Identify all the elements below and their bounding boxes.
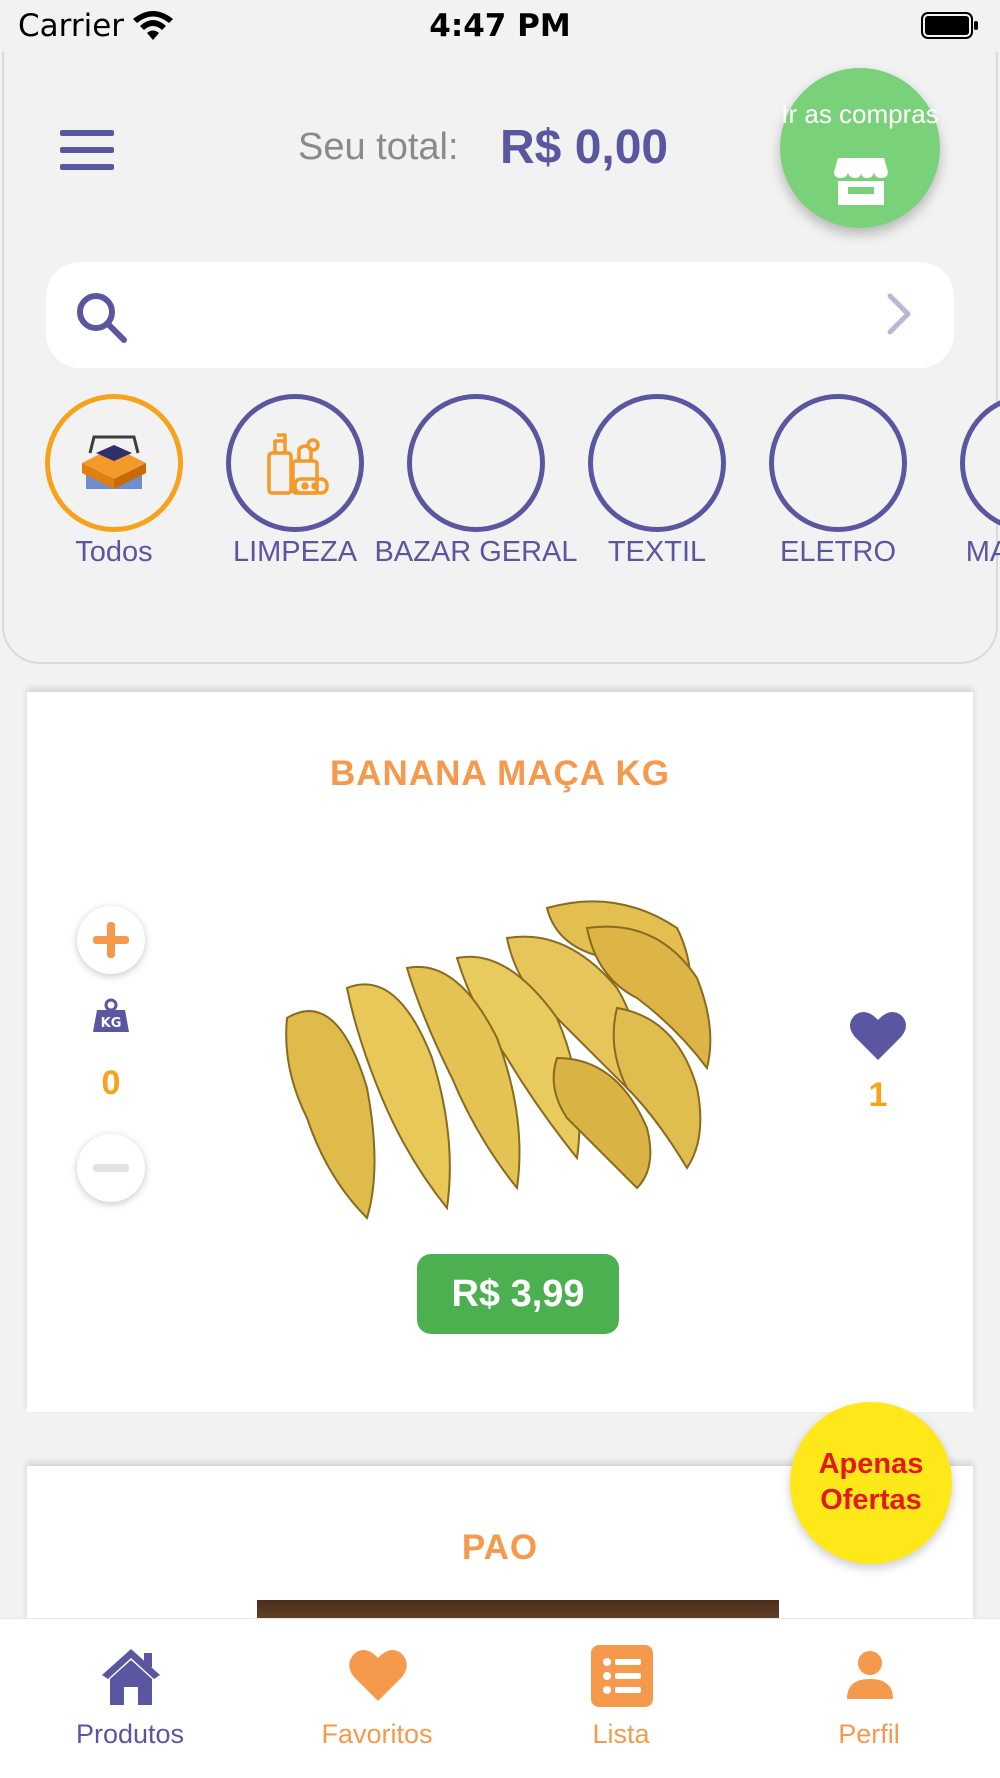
category-circle — [588, 394, 726, 532]
go-shopping-label: Ir as compras — [781, 99, 939, 129]
heart-icon — [349, 1649, 407, 1701]
bottom-tab-bar: Produtos Favoritos Lista Perfil — [0, 1618, 1000, 1778]
list-icon — [591, 1645, 653, 1707]
category-circle — [226, 394, 364, 532]
heart-icon[interactable] — [849, 1010, 907, 1062]
plus-icon — [93, 922, 129, 958]
offers-only-label: Apenas Ofertas — [818, 1448, 924, 1516]
svg-text:KG: KG — [101, 1016, 122, 1031]
search-bar[interactable] — [46, 262, 954, 368]
minus-icon — [93, 1164, 129, 1172]
tab-label: Lista — [592, 1719, 650, 1749]
cleaning-supplies-icon — [267, 433, 329, 495]
search-input[interactable] — [146, 286, 846, 344]
person-icon — [847, 1651, 893, 1699]
decrease-quantity-button[interactable] — [77, 1134, 145, 1202]
category-circle — [960, 394, 1000, 532]
tab-perfil[interactable]: Perfil — [744, 1643, 994, 1763]
tab-lista[interactable]: Lista — [496, 1643, 746, 1763]
category-carousel[interactable]: Todos LIMPEZA BAZAR GERAL TEXTIL ELETRO … — [0, 392, 1000, 622]
total-label: Seu total: — [298, 126, 459, 168]
quantity-value: 0 — [101, 1064, 121, 1102]
status-bar: Carrier 4:47 PM — [0, 0, 1000, 52]
tab-label: Perfil — [838, 1719, 900, 1749]
go-shopping-button[interactable]: Ir as compras — [780, 68, 940, 228]
tab-produtos[interactable]: Produtos — [5, 1643, 255, 1763]
store-icon — [834, 158, 888, 205]
favorite-count: 1 — [868, 1076, 888, 1114]
increase-quantity-button[interactable] — [77, 906, 145, 974]
product-card[interactable]: BANANA MAÇA KG KG 0 1 R$ 3,99 — [27, 692, 973, 1412]
category-label: MA PA — [965, 536, 1000, 568]
total-value: R$ 0,00 — [500, 121, 669, 174]
tab-label: Favoritos — [321, 1719, 433, 1749]
category-circle — [45, 394, 183, 532]
clock: 4:47 PM — [429, 8, 571, 44]
tab-favoritos[interactable]: Favoritos — [252, 1643, 502, 1763]
banana-product-image — [285, 900, 712, 1220]
category-circle — [407, 394, 545, 532]
box-stack-icon — [82, 435, 146, 489]
price-badge: R$ 3,99 — [417, 1254, 619, 1334]
kg-icon: KG — [93, 998, 129, 1032]
home-icon — [102, 1649, 160, 1705]
category-circle — [769, 394, 907, 532]
offers-only-button[interactable]: Apenas Ofertas — [790, 1402, 952, 1564]
search-icon — [77, 293, 127, 343]
product-title: BANANA MAÇA KG — [330, 754, 670, 793]
chevron-right-icon[interactable] — [884, 292, 914, 336]
hamburger-menu-icon[interactable] — [60, 128, 114, 172]
battery-icon — [921, 12, 978, 39]
tab-label: Produtos — [75, 1719, 185, 1749]
